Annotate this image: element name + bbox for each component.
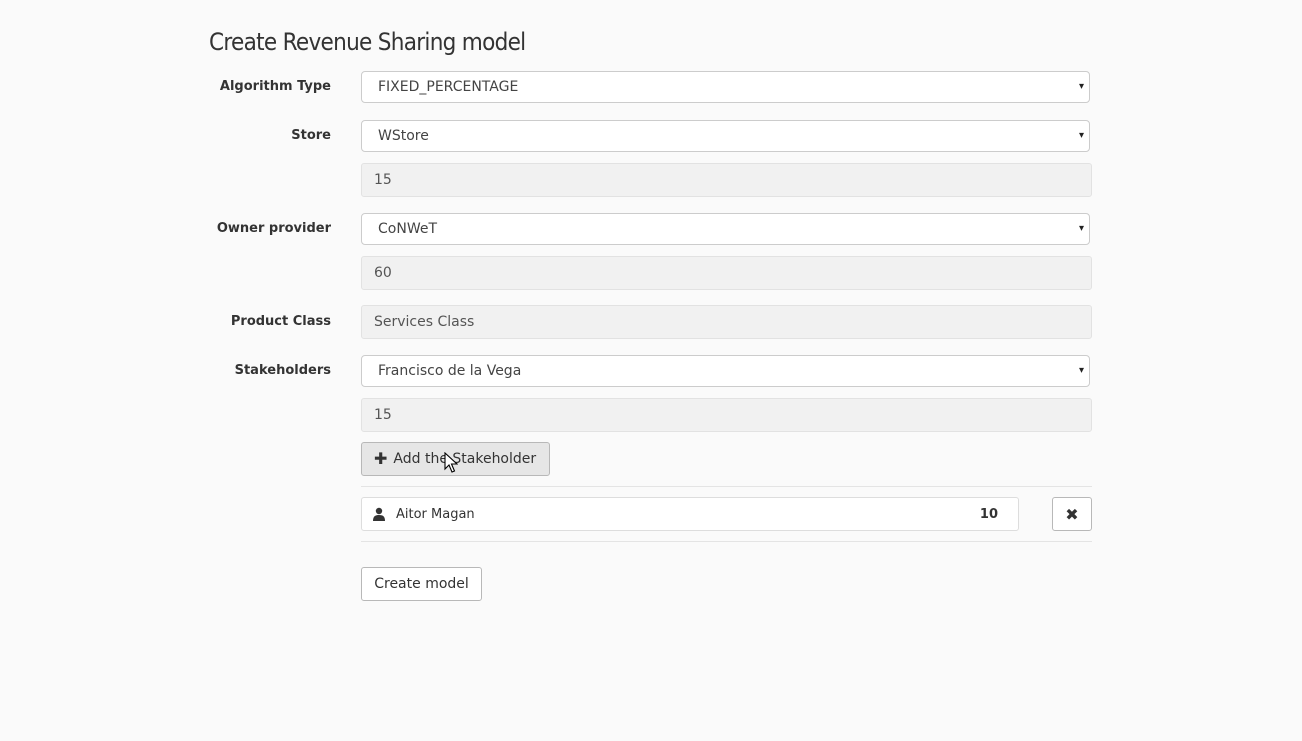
close-icon: ✖ <box>1065 504 1079 524</box>
add-stakeholder-button[interactable]: ✚ Add the Stakeholder <box>361 442 550 476</box>
store-percentage-value: 15 <box>374 172 392 188</box>
owner-provider-percentage-field[interactable]: 60 <box>361 256 1092 290</box>
algorithm-type-select[interactable]: FIXED_PERCENTAGE ▾ <box>361 71 1090 103</box>
stakeholder-percentage-value: 15 <box>374 407 392 423</box>
owner-provider-label: Owner provider <box>216 221 331 236</box>
store-percentage-field[interactable]: 15 <box>361 163 1092 197</box>
plus-icon: ✚ <box>374 449 388 468</box>
chevron-down-icon: ▾ <box>1078 222 1084 234</box>
remove-stakeholder-button[interactable]: ✖ <box>1052 497 1092 531</box>
product-class-field: Services Class <box>361 305 1092 339</box>
stakeholders-select[interactable]: Francisco de la Vega ▾ <box>361 355 1090 387</box>
chevron-down-icon: ▾ <box>1078 129 1084 141</box>
product-class-value: Services Class <box>374 314 475 330</box>
divider <box>361 541 1092 542</box>
user-icon <box>373 507 385 521</box>
create-model-label: Create model <box>374 576 469 592</box>
algorithm-type-label: Algorithm Type <box>219 79 331 94</box>
stakeholder-percentage-field[interactable]: 15 <box>361 398 1092 432</box>
revenue-sharing-page: Create Revenue Sharing model Algorithm T… <box>0 0 1302 741</box>
divider <box>361 486 1092 487</box>
list-item: Aitor Magan 10 <box>361 497 1019 531</box>
owner-provider-value: CoNWeT <box>378 221 438 237</box>
chevron-down-icon: ▾ <box>1078 80 1084 92</box>
store-label: Store <box>291 128 331 143</box>
add-stakeholder-label: Add the Stakeholder <box>393 451 537 467</box>
product-class-label: Product Class <box>230 314 331 329</box>
chevron-down-icon: ▾ <box>1078 364 1084 376</box>
owner-provider-percentage-value: 60 <box>374 265 392 281</box>
stakeholder-name: Aitor Magan <box>396 506 475 522</box>
stakeholders-value: Francisco de la Vega <box>378 363 522 379</box>
stakeholder-percentage: 10 <box>979 506 998 522</box>
algorithm-type-value: FIXED_PERCENTAGE <box>378 79 519 95</box>
owner-provider-select[interactable]: CoNWeT ▾ <box>361 213 1090 245</box>
store-value: WStore <box>378 128 429 144</box>
page-title: Create Revenue Sharing model <box>209 28 526 56</box>
stakeholders-label: Stakeholders <box>234 363 331 378</box>
create-model-button[interactable]: Create model <box>361 567 482 601</box>
store-select[interactable]: WStore ▾ <box>361 120 1090 152</box>
